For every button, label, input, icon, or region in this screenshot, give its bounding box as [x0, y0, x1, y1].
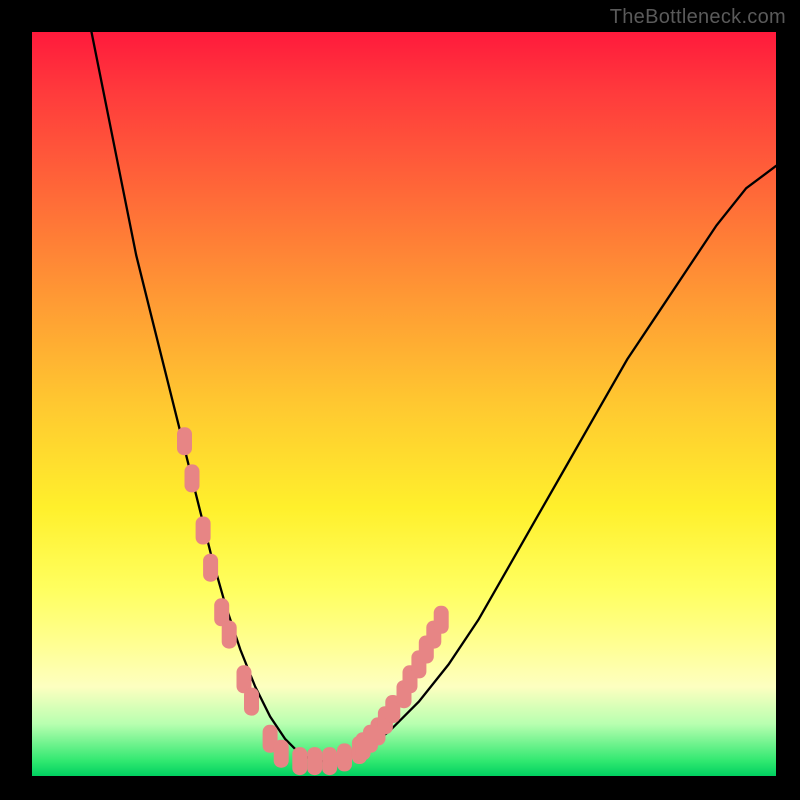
highlight-dot: [203, 554, 218, 582]
watermark-text: TheBottleneck.com: [610, 6, 786, 29]
highlight-dot: [292, 747, 307, 775]
highlight-dot: [274, 740, 289, 768]
highlight-dot: [337, 743, 352, 771]
chart-svg-layer: [32, 32, 776, 776]
highlight-dot: [177, 427, 192, 455]
highlight-dot: [185, 464, 200, 492]
highlight-dot: [244, 688, 259, 716]
highlight-dot: [222, 621, 237, 649]
highlight-dot: [196, 517, 211, 545]
highlight-dot: [322, 747, 337, 775]
highlight-dots: [177, 427, 449, 775]
highlight-dot: [307, 747, 322, 775]
highlight-dot: [434, 606, 449, 634]
chart-plot-area: [32, 32, 776, 776]
